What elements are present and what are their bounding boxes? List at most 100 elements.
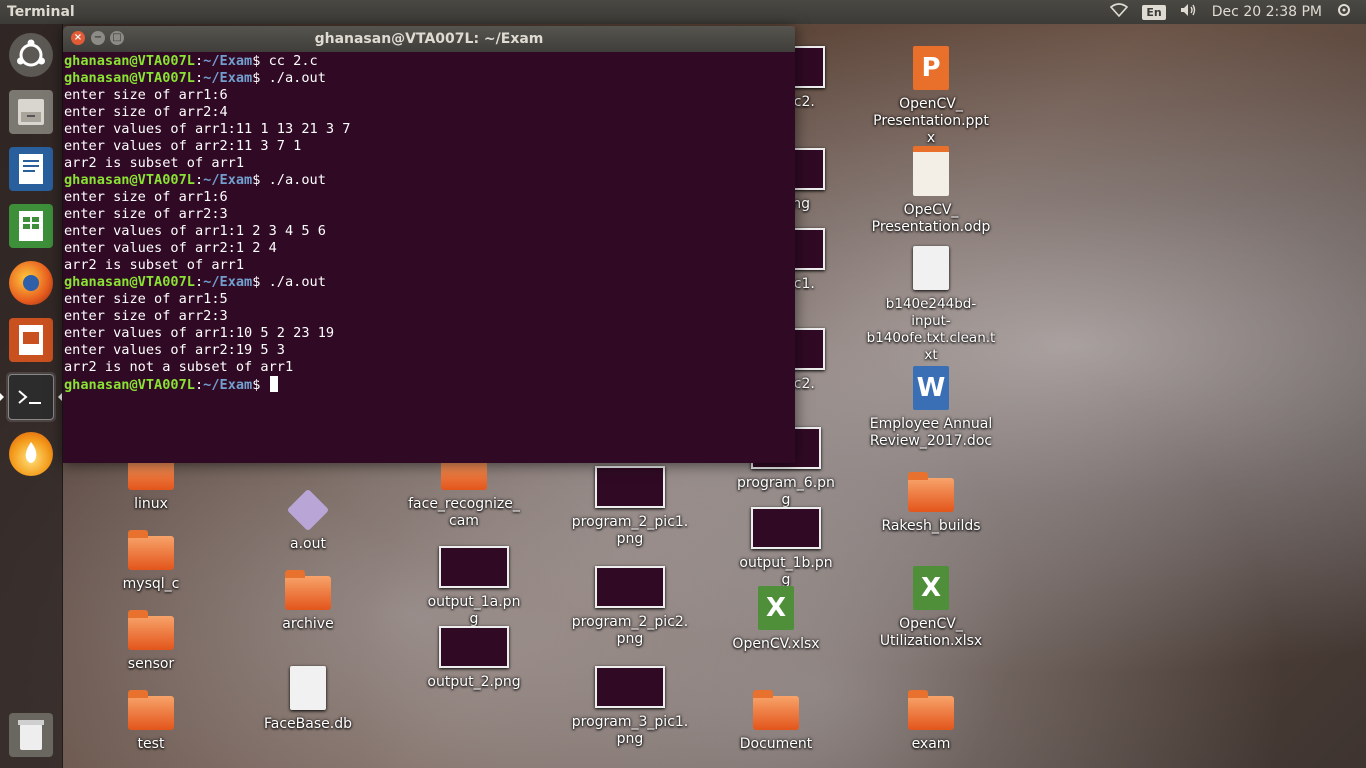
- spreadsheet-icon: X: [913, 566, 949, 610]
- prompt-path: ~/Exam: [203, 53, 253, 69]
- file-cabinet-icon: [9, 90, 53, 134]
- terminal-output-line: enter size of arr2:3: [64, 308, 228, 324]
- database-file-icon: [290, 666, 326, 710]
- executable-icon: [286, 488, 330, 532]
- desktop-icon[interactable]: Rakesh_builds: [872, 472, 990, 535]
- text-file-icon: [913, 246, 949, 290]
- prompt-user: ghanasan@VTA007L: [64, 377, 195, 393]
- desktop-icon[interactable]: linux: [101, 450, 201, 513]
- desktop-icon[interactable]: W Employee Annual Review_2017.doc: [866, 366, 996, 450]
- terminal-output-line: enter values of arr2:19 5 3: [64, 342, 285, 358]
- active-app-title: Terminal: [7, 4, 75, 20]
- prompt-separator: :: [194, 377, 204, 393]
- desktop-icon[interactable]: exam: [881, 690, 981, 753]
- desktop-icon[interactable]: a.out: [258, 488, 358, 553]
- window-titlebar[interactable]: × − □ ghanasan@VTA007L: ~/Exam: [63, 26, 795, 52]
- desktop-icon[interactable]: X OpenCV.xlsx: [726, 586, 826, 653]
- terminal-output-line: arr2 is not a subset of arr1: [64, 359, 294, 375]
- prompt-path: ~/Exam: [203, 377, 253, 393]
- desktop-icon[interactable]: sensor: [101, 610, 201, 673]
- prompt-separator: :: [194, 274, 204, 290]
- desktop-icon[interactable]: output_1b.png: [736, 507, 836, 589]
- terminal-output[interactable]: ghanasan@VTA007L:~/Exam$ cc 2.c ghanasan@…: [63, 52, 795, 463]
- prompt-user: ghanasan@VTA007L: [64, 70, 195, 86]
- terminal-command-line: ghanasan@VTA007L:~/Exam$ cc 2.c: [63, 53, 795, 70]
- folder-icon: [128, 690, 174, 730]
- terminal-window[interactable]: × − □ ghanasan@VTA007L: ~/Exam ghanasan@…: [63, 26, 795, 463]
- terminal-command-line: ghanasan@VTA007L:~/Exam$ ./a.out: [63, 70, 795, 87]
- desktop-icon[interactable]: output_1a.png: [424, 546, 524, 628]
- firefox-icon: [9, 261, 53, 305]
- trash-icon: [9, 713, 53, 757]
- desktop-icon[interactable]: output_2.png: [424, 626, 524, 691]
- command-text: cc 2.c: [260, 53, 318, 69]
- terminal-output-line: enter size of arr1:6: [64, 87, 228, 103]
- terminal-icon: [8, 374, 54, 420]
- terminal-output-line: enter size of arr2:3: [64, 206, 228, 222]
- prompt-user: ghanasan@VTA007L: [64, 172, 195, 188]
- launcher-item-files[interactable]: [6, 87, 56, 137]
- word-document-icon: W: [913, 366, 949, 410]
- image-thumbnail-icon: [595, 666, 665, 708]
- launcher-item-flame-app[interactable]: [6, 429, 56, 479]
- launcher-item-impress[interactable]: [6, 315, 56, 365]
- terminal-output-line: enter values of arr2:11 3 7 1: [64, 138, 302, 154]
- terminal-output-line: arr2 is subset of arr1: [64, 155, 245, 171]
- terminal-output-line: enter values of arr1:11 1 13 21 3 7: [64, 121, 351, 137]
- desktop-icon[interactable]: program_2_pic2. png: [570, 566, 690, 648]
- terminal-output-line: enter size of arr1:6: [64, 189, 228, 205]
- desktop-icon[interactable]: b140e244bd-input-b140ofe.txt.clean.txt: [866, 246, 996, 364]
- settings-icon[interactable]: [1336, 2, 1352, 22]
- text-cursor: [269, 376, 278, 392]
- folder-icon: [753, 690, 799, 730]
- clock[interactable]: Dec 20 2:38 PM: [1212, 4, 1322, 20]
- desktop-icon[interactable]: test: [101, 690, 201, 753]
- spreadsheet-icon: X: [758, 586, 794, 630]
- terminal-output-line: enter values of arr1:10 5 2 23 19: [64, 325, 335, 341]
- window-title: ghanasan@VTA007L: ~/Exam: [314, 31, 544, 47]
- desktop-icon[interactable]: face_recognize_ cam: [404, 450, 524, 530]
- desktop-icon[interactable]: archive: [258, 570, 358, 633]
- wifi-icon[interactable]: [1110, 3, 1129, 21]
- launcher: [0, 24, 63, 768]
- terminal-output-line: arr2 is subset of arr1: [64, 257, 245, 273]
- launcher-item-terminal[interactable]: [0, 372, 62, 422]
- desktop-icon[interactable]: P OpenCV_ Presentation.pptx: [870, 46, 992, 147]
- prompt-separator: :: [194, 172, 204, 188]
- prompt-path: ~/Exam: [203, 274, 253, 290]
- prompt-user: ghanasan@VTA007L: [64, 274, 195, 290]
- flame-icon: [9, 432, 53, 476]
- terminal-output-line: enter size of arr2:4: [64, 104, 228, 120]
- desktop-icon[interactable]: Document: [726, 690, 826, 753]
- prompt-path: ~/Exam: [203, 172, 253, 188]
- top-panel: Terminal En Dec 20 2:38 PM: [0, 0, 1366, 24]
- terminal-command-line: ghanasan@VTA007L:~/Exam$: [63, 376, 795, 393]
- desktop-icon[interactable]: FaceBase.db: [258, 666, 358, 733]
- volume-icon[interactable]: [1180, 3, 1198, 21]
- image-thumbnail-icon: [439, 546, 509, 588]
- image-thumbnail-icon: [595, 466, 665, 508]
- image-thumbnail-icon: [751, 507, 821, 549]
- desktop-icon[interactable]: program_2_pic1. png: [570, 466, 690, 548]
- terminal-command-line: ghanasan@VTA007L:~/Exam$ ./a.out: [63, 274, 795, 291]
- folder-icon: [908, 472, 954, 512]
- folder-icon: [285, 570, 331, 610]
- command-text: ./a.out: [260, 172, 326, 188]
- presentation-icon: [913, 146, 949, 196]
- desktop-icon[interactable]: OpeCV_ Presentation.odp: [870, 146, 992, 236]
- keyboard-layout-indicator[interactable]: En: [1142, 4, 1166, 20]
- terminal-output-line: enter values of arr2:1 2 4: [64, 240, 277, 256]
- launcher-item-writer[interactable]: [6, 144, 56, 194]
- indicator-area: En Dec 20 2:38 PM: [1110, 0, 1366, 24]
- launcher-item-ubuntu-dash[interactable]: [6, 30, 56, 80]
- command-text: ./a.out: [260, 274, 326, 290]
- ubuntu-logo-icon: [9, 33, 53, 77]
- desktop-icon[interactable]: mysql_c: [101, 530, 201, 593]
- desktop-icon[interactable]: program_3_pic1. png: [570, 666, 690, 748]
- launcher-item-firefox[interactable]: [6, 258, 56, 308]
- impress-icon: [9, 318, 53, 362]
- launcher-item-calc[interactable]: [6, 201, 56, 251]
- folder-icon: [128, 530, 174, 570]
- launcher-item-trash[interactable]: [6, 710, 56, 760]
- desktop-icon[interactable]: X OpenCV_ Utilization.xlsx: [870, 566, 992, 650]
